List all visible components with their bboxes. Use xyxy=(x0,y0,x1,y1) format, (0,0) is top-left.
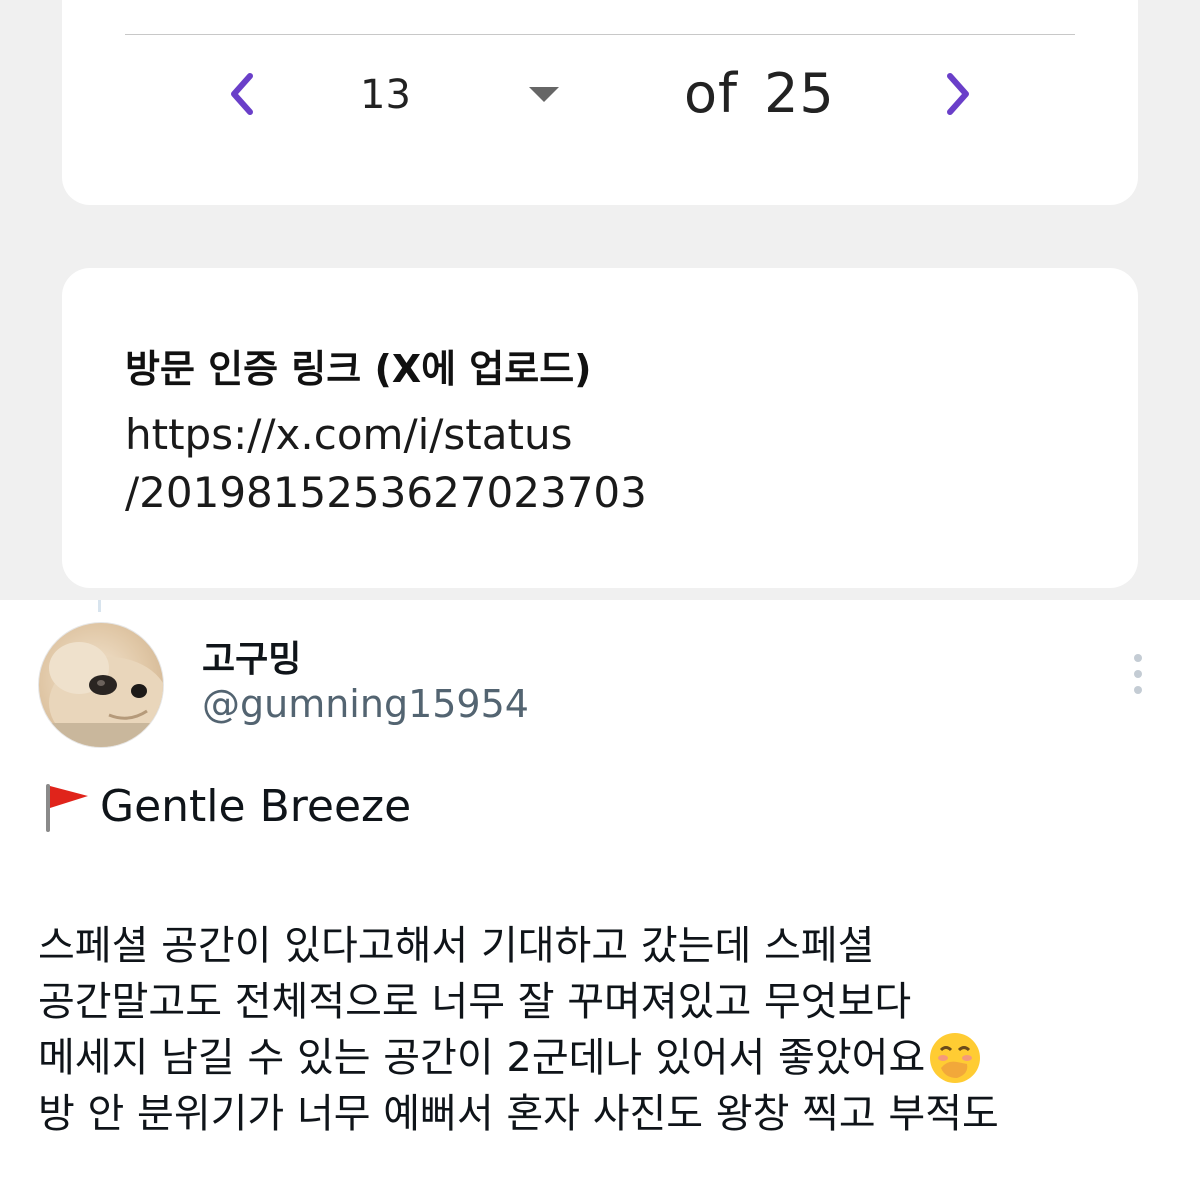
tweet-body-line: 메세지 남길 수 있는 공간이 2군데나 있어서 좋았어요 xyxy=(38,1030,1168,1086)
tweet-card: 고구밍 @gumning15954 Gentle Breeze 스페셜 공간이 … xyxy=(0,600,1200,1200)
link-card-title: 방문 인증 링크 (X에 업로드) xyxy=(125,347,592,391)
divider xyxy=(125,34,1075,35)
tweet-body-line-text: 메세지 남길 수 있는 공간이 2군데나 있어서 좋았어요 xyxy=(38,1035,926,1081)
pagination-card: 13 of 25 xyxy=(62,0,1138,205)
pagination-controls: 13 of 25 xyxy=(62,60,1138,130)
visit-link-url[interactable]: https://x.com/i/status /2019815253627023… xyxy=(125,406,825,522)
user-handle[interactable]: @gumning15954 xyxy=(202,682,529,726)
avatar[interactable] xyxy=(38,622,164,748)
tweet-body-line: 스페셜 공간이 있다고해서 기대하고 갔는데 스페셜 xyxy=(38,923,875,969)
total-pages-label: of 25 xyxy=(684,62,835,125)
face-with-hand-over-mouth-icon xyxy=(930,1033,981,1083)
tweet-body-line: 공간말고도 전체적으로 너무 잘 꾸며져있고 무엇보다 xyxy=(38,979,912,1025)
tweet-heading-text: Gentle Breeze xyxy=(100,780,412,832)
tweet-heading: Gentle Breeze xyxy=(38,778,411,834)
visit-link-card: 방문 인증 링크 (X에 업로드) https://x.com/i/status… xyxy=(62,268,1138,588)
more-options-icon[interactable] xyxy=(1124,652,1152,696)
next-page-button[interactable] xyxy=(940,68,976,120)
red-flag-icon xyxy=(46,784,88,832)
url-line-2: /2019815253627023703 xyxy=(125,468,647,517)
total-pages: 25 xyxy=(764,62,835,125)
current-page-select[interactable]: 13 xyxy=(360,72,411,118)
display-name[interactable]: 고구밍 xyxy=(202,630,301,682)
tweet-body: 스페셜 공간이 있다고해서 기대하고 갔는데 스페셜 공간말고도 전체적으로 너… xyxy=(38,918,1168,1142)
url-line-1: https://x.com/i/status xyxy=(125,410,573,459)
dog-avatar-icon xyxy=(39,642,163,747)
dropdown-caret-icon[interactable] xyxy=(527,84,561,104)
chevron-right-icon xyxy=(947,73,969,115)
chevron-left-icon xyxy=(231,73,253,115)
tweet-body-line: 방 안 분위기가 너무 예뻐서 혼자 사진도 왕창 찍고 부적도 xyxy=(38,1091,999,1137)
previous-page-button[interactable] xyxy=(224,68,260,120)
of-label: of xyxy=(684,62,739,125)
thread-connector xyxy=(98,600,101,612)
